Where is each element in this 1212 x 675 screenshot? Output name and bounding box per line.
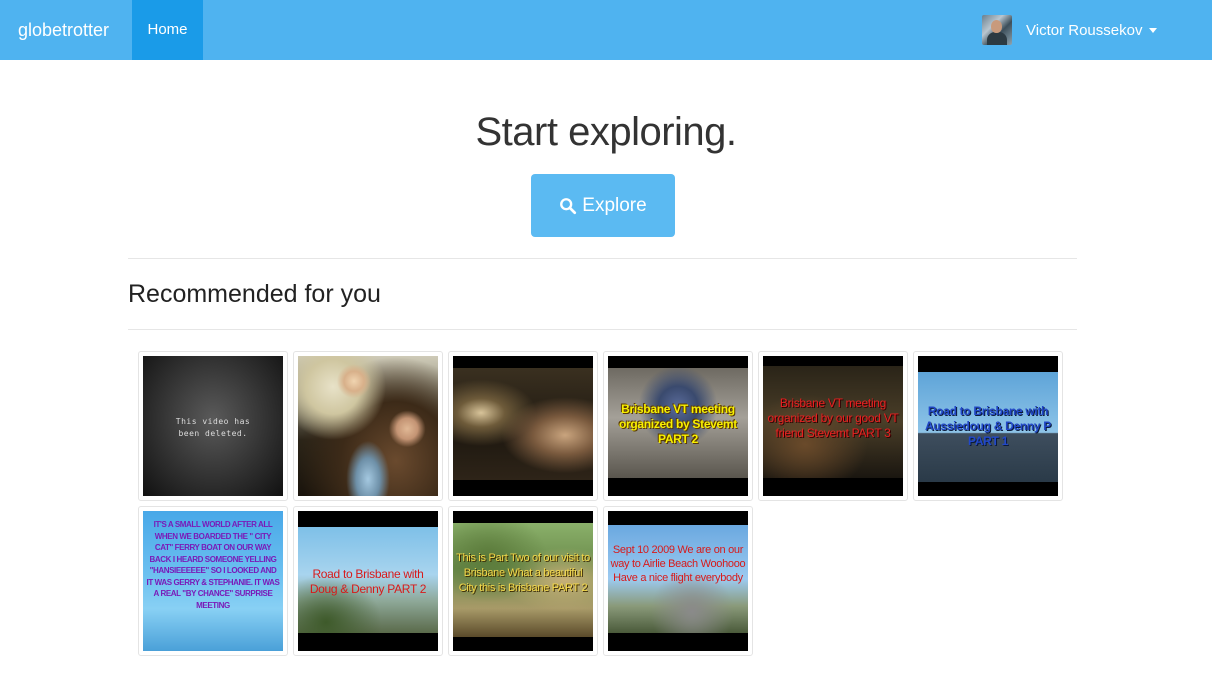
thumbnail-caption: Road to Brisbane with Doug & Denny PART … [309,567,427,596]
explore-button[interactable]: Explore [531,174,675,237]
caret-down-icon [1149,27,1158,33]
video-thumbnail[interactable]: Sept 10 2009 We are on our way to Airlie… [603,506,753,656]
thumbnail-caption: Sept 10 2009 We are on our way to Airlie… [610,544,746,584]
top-navbar: globetrotter Home Victor Roussekov [0,0,1212,60]
video-thumbnail[interactable]: This video has been deleted. [138,351,288,501]
divider [128,258,1077,259]
section-title: Recommended for you [128,280,381,308]
thumbnail-caption: This is Part Two of our visit to Brisban… [456,552,590,594]
thumbnail-caption: IT'S A SMALL WORLD AFTER ALL WHEN WE BOA… [146,520,280,610]
video-thumbnail[interactable]: Road to Brisbane with Doug & Denny PART … [293,506,443,656]
explore-button-label: Explore [582,194,647,216]
video-thumbnail[interactable]: This is Part Two of our visit to Brisban… [448,506,598,656]
thumbnail-caption: Road to Brisbane with Aussiedoug & Denny… [924,404,1052,448]
user-name: Victor Roussekov [1026,21,1143,39]
video-thumbnail[interactable]: Road to Brisbane with Aussiedoug & Denny… [913,351,1063,501]
video-thumbnail[interactable]: Brisbane VT meeting organized by our goo… [758,351,908,501]
hero-title: Start exploring. [475,110,737,154]
user-avatar [982,15,1012,45]
thumbnail-caption: Brisbane VT meeting organized by our goo… [767,396,899,440]
video-thumbnail[interactable] [293,351,443,501]
video-thumbnail[interactable] [448,351,598,501]
video-thumbnail[interactable]: Brisbane VT meeting organized by Stevemt… [603,351,753,501]
video-thumbnail[interactable]: IT'S A SMALL WORLD AFTER ALL WHEN WE BOA… [138,506,288,656]
nav-home-link[interactable]: Home [132,0,203,60]
brand-logo[interactable]: globetrotter [18,0,109,60]
divider [128,329,1077,330]
user-menu-dropdown[interactable]: Victor Roussekov [982,0,1158,60]
thumbnail-caption: This video has been deleted. [175,417,251,438]
search-icon [560,197,577,214]
thumbnail-caption: Brisbane VT meeting organized by Stevemt… [618,402,738,446]
